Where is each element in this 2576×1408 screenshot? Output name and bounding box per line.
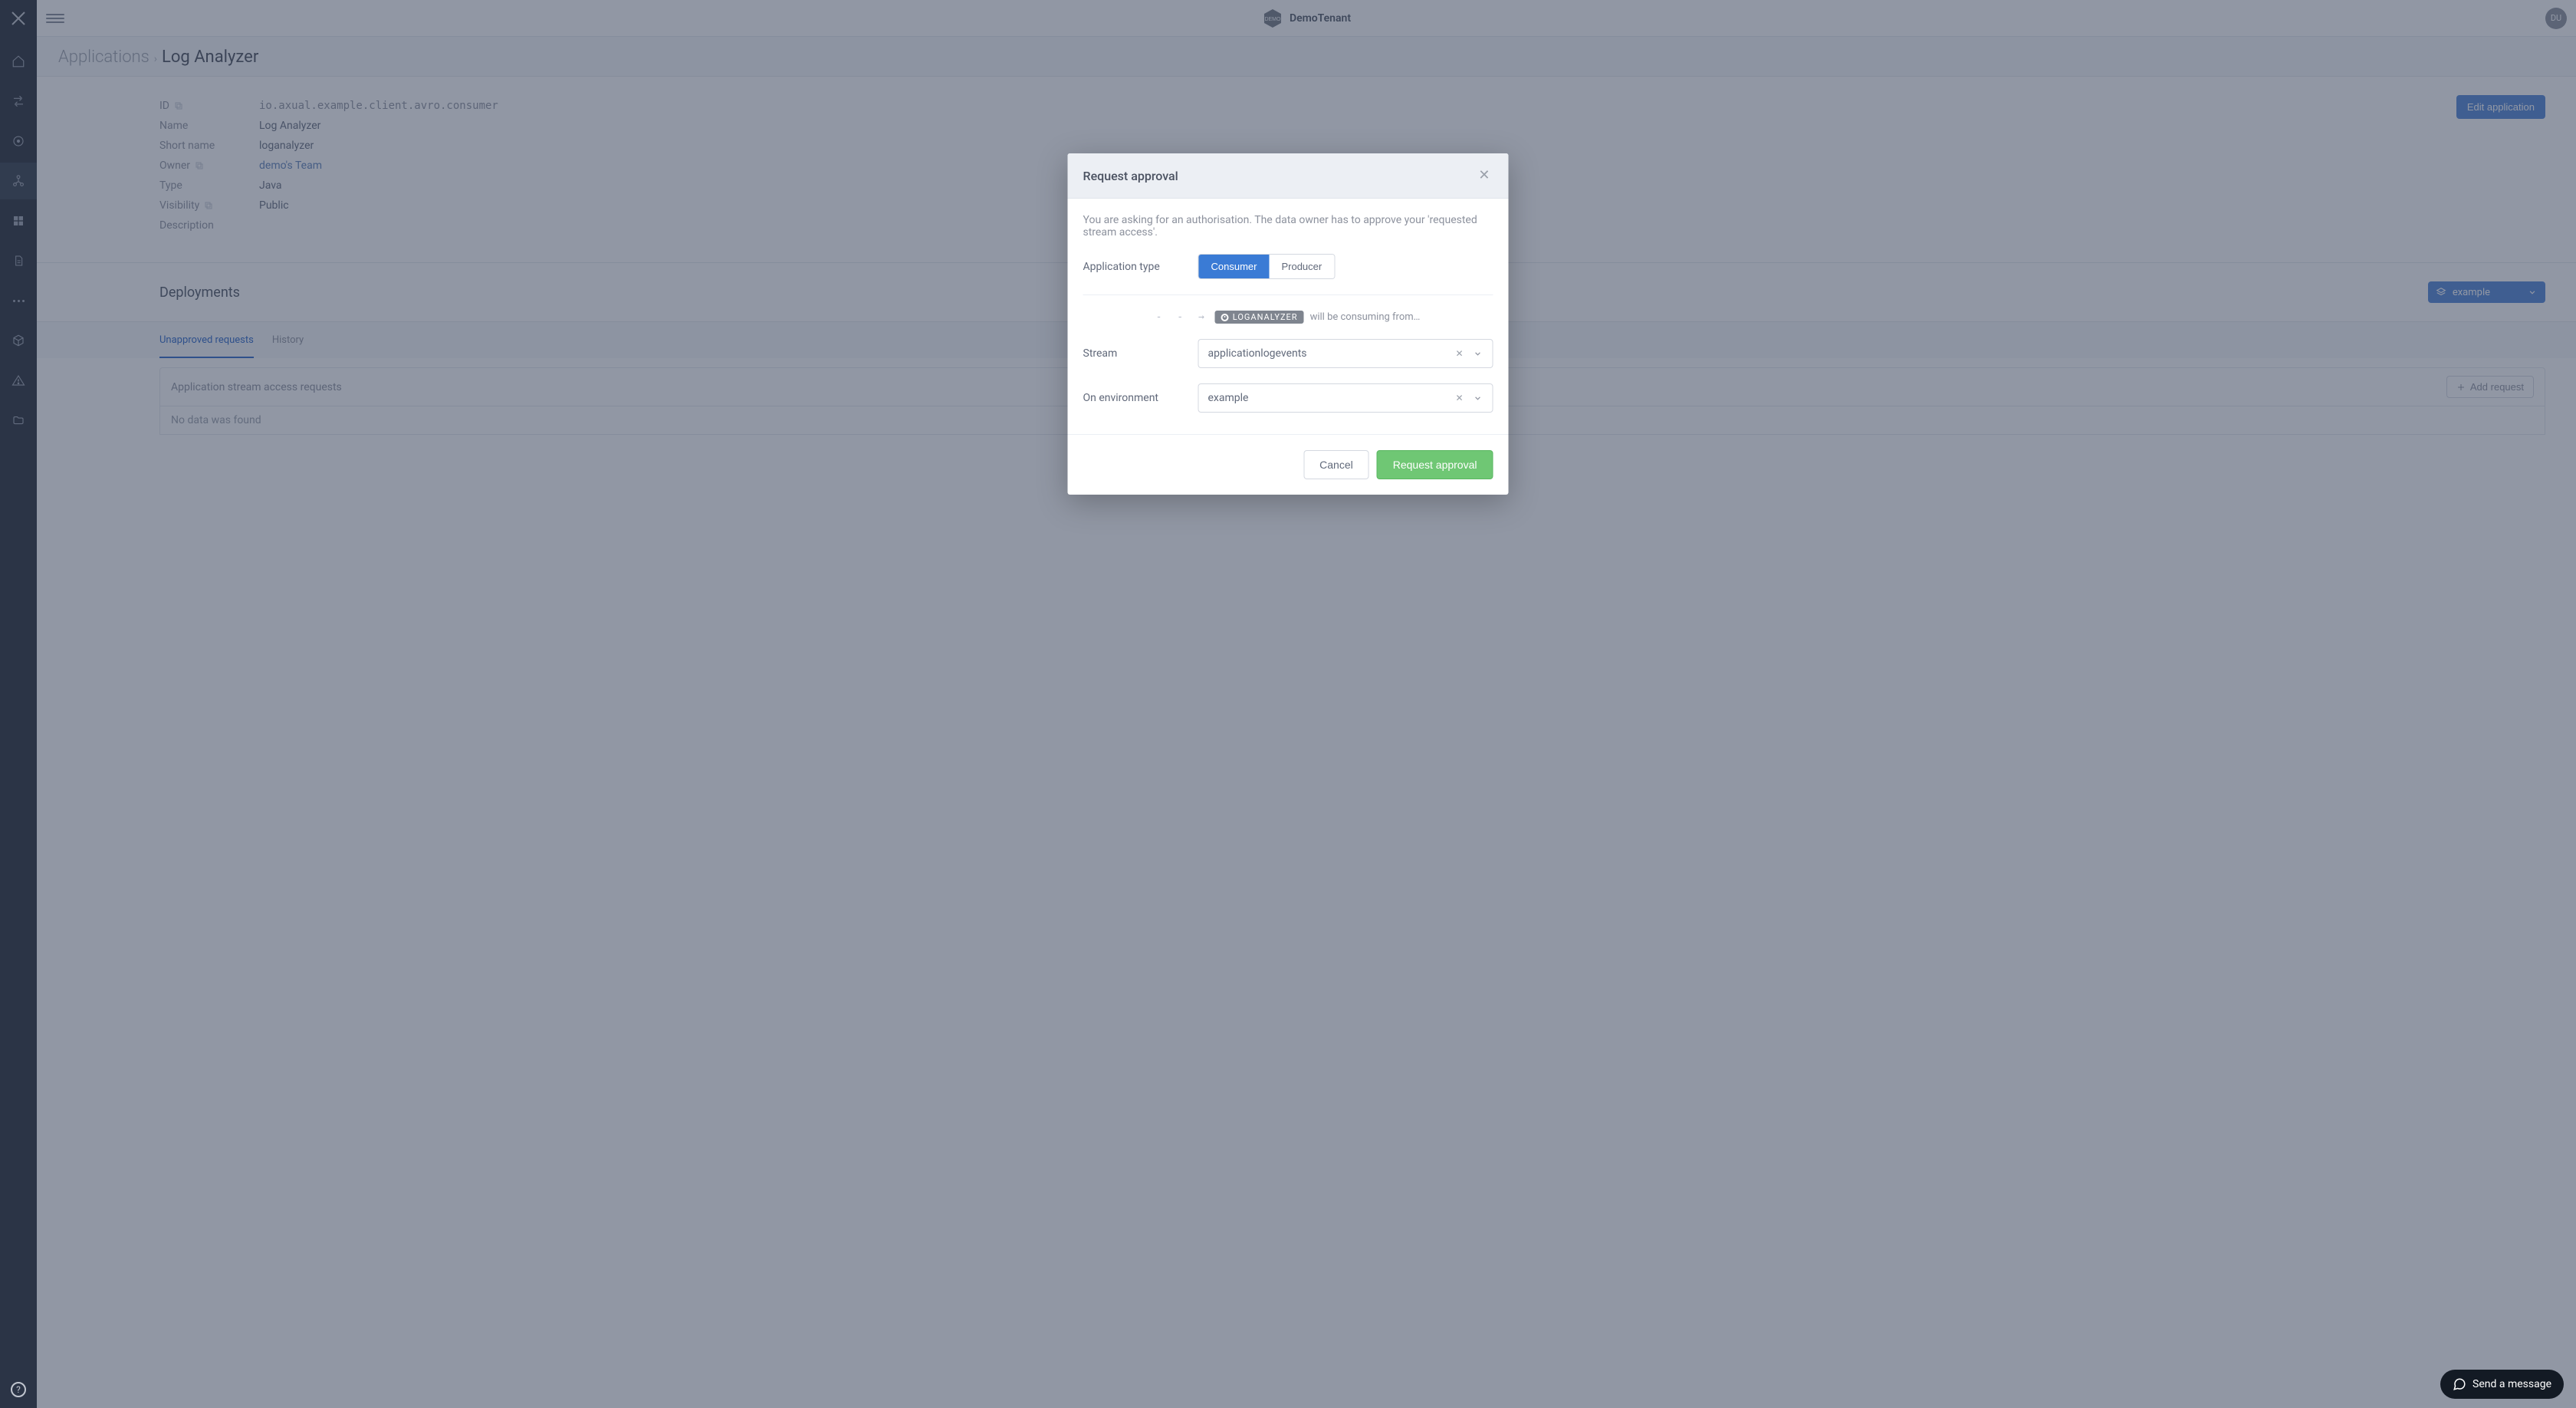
stream-select[interactable]: applicationlogevents ✕: [1198, 339, 1493, 368]
label-stream: Stream: [1083, 347, 1198, 360]
label-application-type: Application type: [1083, 261, 1198, 273]
label-environment: On environment: [1083, 392, 1198, 404]
app-tag: LOGANALYZER: [1215, 311, 1304, 324]
flow-suffix: will be consuming from…: [1310, 311, 1421, 323]
environment-value: example: [1208, 392, 1447, 404]
flow-description: - - → LOGANALYZER will be consuming from…: [1083, 311, 1493, 324]
clear-stream-icon[interactable]: ✕: [1452, 348, 1466, 359]
chat-label: Send a message: [2472, 1378, 2551, 1390]
request-approval-modal: Request approval ✕ You are asking for an…: [1068, 153, 1509, 495]
help-icon[interactable]: ?: [11, 1382, 26, 1397]
producer-button[interactable]: Producer: [1269, 255, 1334, 278]
application-type-toggle: Consumer Producer: [1198, 254, 1336, 279]
environment-modal-select[interactable]: example ✕: [1198, 383, 1493, 413]
chat-widget[interactable]: Send a message: [2440, 1370, 2564, 1399]
request-approval-button[interactable]: Request approval: [1377, 450, 1493, 479]
modal-intro: You are asking for an authorisation. The…: [1083, 214, 1493, 239]
consumer-button[interactable]: Consumer: [1199, 255, 1270, 278]
target-icon: [1221, 314, 1229, 321]
stream-value: applicationlogevents: [1208, 347, 1447, 360]
modal-title: Request approval: [1083, 169, 1178, 183]
clear-environment-icon[interactable]: ✕: [1452, 393, 1466, 403]
chevron-down-icon: [1473, 348, 1484, 359]
chevron-down-icon: [1473, 393, 1484, 403]
close-icon[interactable]: ✕: [1475, 166, 1493, 186]
chat-icon: [2453, 1377, 2466, 1391]
cancel-button[interactable]: Cancel: [1303, 450, 1369, 479]
flow-arrow-icon: - - →: [1156, 311, 1209, 323]
